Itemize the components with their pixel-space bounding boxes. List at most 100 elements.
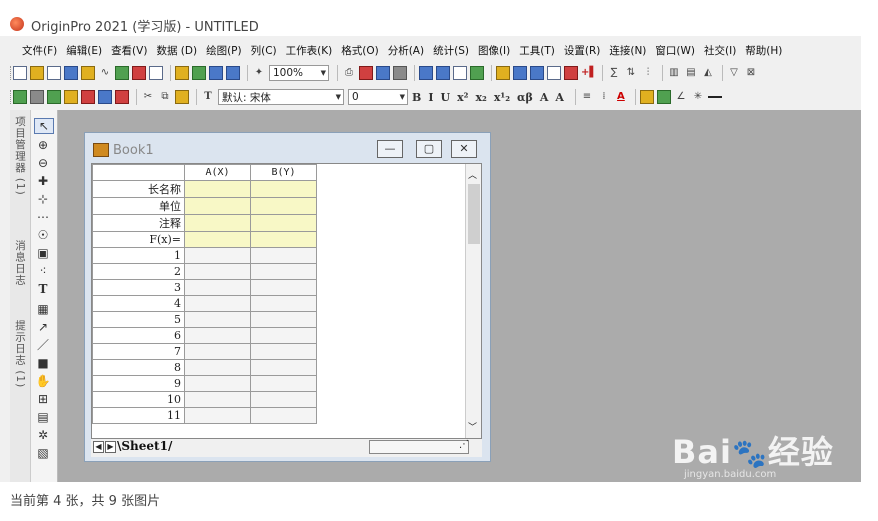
line-style-icon[interactable]: ✳ bbox=[691, 90, 705, 104]
graph-window-icon[interactable] bbox=[513, 66, 527, 80]
row-header[interactable]: 9 bbox=[92, 375, 185, 392]
cut-icon[interactable]: ✂ bbox=[141, 90, 155, 104]
line-tool-icon[interactable]: ／ bbox=[34, 338, 52, 352]
sheet-tab[interactable]: \Sheet1/ bbox=[117, 439, 172, 453]
save-template-icon[interactable] bbox=[226, 66, 240, 80]
cursor-icon[interactable]: ⋯ bbox=[34, 210, 52, 224]
data-cell[interactable] bbox=[250, 180, 317, 198]
duplicate-icon[interactable] bbox=[376, 66, 390, 80]
row-header[interactable]: 长名称 bbox=[92, 180, 185, 198]
data-cell[interactable] bbox=[184, 197, 251, 215]
data-cell[interactable] bbox=[250, 214, 317, 232]
menu-item[interactable]: 文件(F) bbox=[22, 43, 57, 58]
data-reader-icon[interactable]: ✚ bbox=[34, 174, 52, 188]
format-button[interactable]: U bbox=[440, 91, 450, 104]
font-color-icon[interactable]: A bbox=[614, 90, 628, 104]
format-button[interactable]: A bbox=[540, 91, 549, 104]
data-cell[interactable] bbox=[250, 247, 317, 264]
row-header[interactable]: 1 bbox=[92, 247, 185, 264]
format-button[interactable]: αβ bbox=[517, 91, 533, 104]
data-cell[interactable] bbox=[250, 279, 317, 296]
new-notes-icon[interactable] bbox=[132, 66, 146, 80]
format-button[interactable]: x² bbox=[457, 91, 468, 104]
export-icon[interactable] bbox=[30, 90, 44, 104]
minimize-button[interactable]: — bbox=[377, 140, 403, 158]
data-cell[interactable] bbox=[184, 359, 251, 376]
pattern-icon[interactable] bbox=[656, 90, 671, 104]
messages-log-tab[interactable]: 消息日志 bbox=[13, 240, 28, 286]
data-cell[interactable] bbox=[184, 375, 251, 392]
align-icon[interactable]: ≡ bbox=[580, 90, 594, 104]
row-header[interactable]: 2 bbox=[92, 263, 185, 280]
paste-icon[interactable] bbox=[175, 90, 189, 104]
stats-icon[interactable]: ∑ bbox=[607, 66, 621, 80]
scrollbar-thumb[interactable] bbox=[468, 184, 480, 244]
layout-icon[interactable] bbox=[530, 66, 544, 80]
column-header[interactable]: B(Y) bbox=[250, 164, 317, 181]
line-spacing-icon[interactable]: ⁞ bbox=[597, 90, 611, 104]
bar-chart-icon[interactable]: ▥ bbox=[667, 66, 681, 80]
data-cell[interactable] bbox=[250, 197, 317, 215]
data-cell[interactable] bbox=[184, 279, 251, 296]
menu-item[interactable]: 帮助(H) bbox=[745, 43, 782, 58]
pointer-icon[interactable]: ↖ bbox=[34, 118, 54, 134]
data-cell[interactable] bbox=[184, 327, 251, 344]
row-header[interactable]: 5 bbox=[92, 311, 185, 328]
row-header[interactable]: 6 bbox=[92, 327, 185, 344]
open-template-icon[interactable] bbox=[192, 66, 206, 80]
column-header[interactable]: A(X) bbox=[184, 164, 251, 181]
column-chart-icon[interactable]: ▤ bbox=[684, 66, 698, 80]
menu-item[interactable]: 编辑(E) bbox=[66, 43, 102, 58]
insert-graph-icon[interactable]: ⊞ bbox=[34, 392, 52, 406]
new-matrix-icon[interactable] bbox=[81, 66, 95, 80]
new-function-icon[interactable]: ∿ bbox=[98, 66, 112, 80]
region-tool-icon[interactable]: ✋ bbox=[34, 374, 52, 388]
data-cell[interactable] bbox=[250, 375, 317, 392]
recalculate-icon[interactable] bbox=[115, 90, 129, 104]
open-icon[interactable] bbox=[30, 66, 44, 80]
rectangle-tool-icon[interactable]: ■ bbox=[34, 356, 52, 370]
data-cell[interactable] bbox=[184, 247, 251, 264]
format-button[interactable]: x¹₂ bbox=[494, 91, 510, 104]
row-header[interactable]: 单位 bbox=[92, 197, 185, 215]
menu-item[interactable]: 列(C) bbox=[251, 43, 277, 58]
resize-grip-icon[interactable]: ⋰ bbox=[459, 439, 469, 450]
prev-sheet-icon[interactable]: ◀ bbox=[93, 441, 104, 453]
data-cell[interactable] bbox=[250, 263, 317, 280]
save-icon[interactable] bbox=[209, 66, 223, 80]
zoom-in-icon[interactable]: ⊕ bbox=[34, 138, 52, 152]
data-cell[interactable] bbox=[184, 343, 251, 360]
zoom-out-icon[interactable]: ⊖ bbox=[34, 156, 52, 170]
code-builder-icon[interactable] bbox=[393, 66, 407, 80]
data-cell[interactable] bbox=[184, 214, 251, 232]
format-button[interactable]: I bbox=[428, 91, 433, 104]
menu-item[interactable]: 设置(R) bbox=[564, 43, 601, 58]
object-tool-icon[interactable]: ▧ bbox=[34, 446, 52, 460]
scale-in-icon[interactable]: ☉ bbox=[34, 228, 52, 242]
row-header[interactable]: 8 bbox=[92, 359, 185, 376]
fill-color-icon[interactable] bbox=[639, 90, 654, 104]
settings-tool-icon[interactable]: ✲ bbox=[34, 428, 52, 442]
results-log-icon[interactable] bbox=[436, 66, 450, 80]
row-header[interactable]: 7 bbox=[92, 343, 185, 360]
data-cell[interactable] bbox=[184, 231, 251, 248]
menu-item[interactable]: 格式(O) bbox=[341, 43, 378, 58]
new-project-icon[interactable] bbox=[13, 66, 27, 80]
new-workbook-icon[interactable] bbox=[47, 66, 61, 80]
menu-item[interactable]: 绘图(P) bbox=[206, 43, 242, 58]
row-header[interactable]: 注释 bbox=[92, 214, 185, 232]
new-graph-icon[interactable] bbox=[64, 66, 78, 80]
row-header[interactable]: 4 bbox=[92, 295, 185, 312]
data-cell[interactable] bbox=[250, 359, 317, 376]
maximize-button[interactable]: ▢ bbox=[416, 140, 442, 158]
project-explorer-icon[interactable] bbox=[419, 66, 433, 80]
data-cell[interactable] bbox=[184, 180, 251, 198]
row-header[interactable]: 10 bbox=[92, 391, 185, 408]
area-chart-icon[interactable]: ◭ bbox=[701, 66, 715, 80]
horizontal-scrollbar[interactable] bbox=[369, 440, 469, 454]
close-button[interactable]: ✕ bbox=[451, 140, 477, 158]
menu-item[interactable]: 分析(A) bbox=[388, 43, 424, 58]
import-ascii-icon[interactable] bbox=[47, 90, 61, 104]
menu-item[interactable]: 工具(T) bbox=[519, 43, 555, 58]
data-cell[interactable] bbox=[250, 311, 317, 328]
